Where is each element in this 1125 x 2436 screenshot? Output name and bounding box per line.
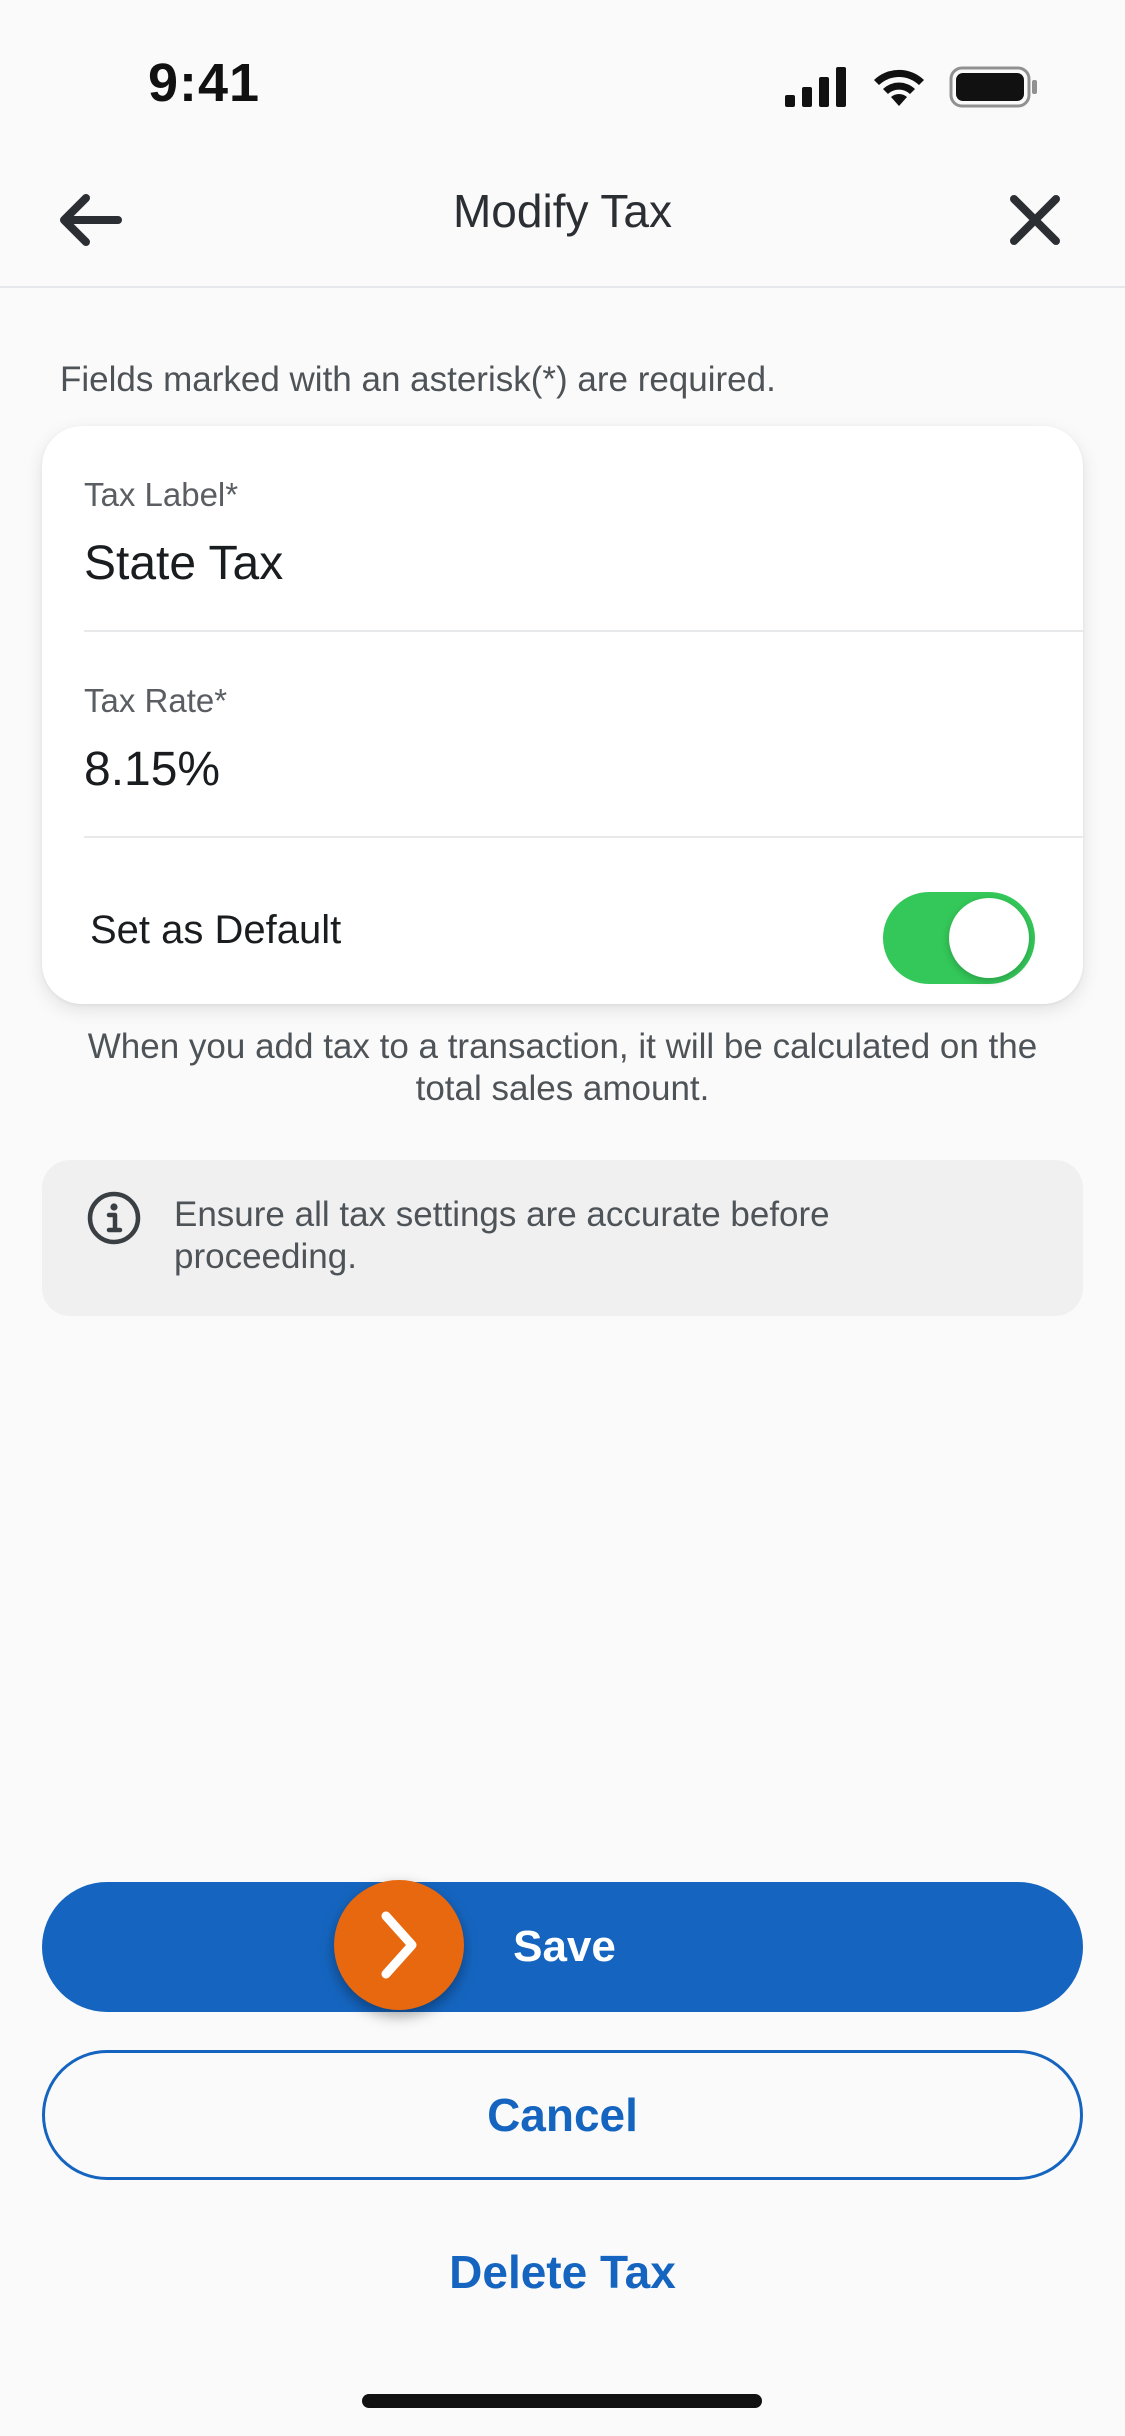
cancel-button[interactable]: Cancel bbox=[42, 2050, 1083, 2180]
divider bbox=[84, 836, 1083, 838]
tax-label-input[interactable] bbox=[84, 536, 984, 591]
tax-form-card: Tax Label* Tax Rate* Set as Default bbox=[42, 426, 1083, 1004]
wifi-icon bbox=[874, 69, 924, 106]
home-indicator bbox=[362, 2394, 762, 2408]
chevron-right-icon bbox=[381, 1911, 417, 1979]
set-default-row: Set as Default bbox=[42, 862, 1083, 1004]
tax-rate-field-label: Tax Rate* bbox=[84, 682, 228, 719]
info-icon bbox=[87, 1191, 141, 1245]
tax-calculation-helper-text: When you add tax to a transaction, it wi… bbox=[87, 1027, 1038, 1108]
status-icons bbox=[785, 66, 1039, 108]
save-button[interactable]: Save bbox=[42, 1882, 1083, 2012]
battery-icon bbox=[949, 66, 1037, 108]
set-default-label: Set as Default bbox=[90, 908, 342, 952]
delete-tax-button[interactable]: Delete Tax bbox=[300, 2232, 825, 2312]
tax-label-field[interactable]: Tax Label* bbox=[84, 476, 1083, 591]
page-title: Modify Tax bbox=[452, 185, 673, 237]
tax-label-field-label: Tax Label* bbox=[84, 476, 239, 513]
status-time: 9:41 bbox=[148, 53, 261, 113]
info-notice: Ensure all tax settings are accurate bef… bbox=[42, 1160, 1083, 1316]
status-bar: 9:41 bbox=[0, 0, 1125, 150]
save-button-label: Save bbox=[513, 1922, 616, 1971]
close-button[interactable] bbox=[997, 182, 1073, 258]
nav-bar: Modify Tax bbox=[0, 150, 1125, 288]
info-notice-text: Ensure all tax settings are accurate bef… bbox=[174, 1195, 830, 1276]
divider bbox=[84, 630, 1083, 632]
toggle-knob bbox=[949, 898, 1029, 978]
tax-rate-input[interactable] bbox=[84, 742, 984, 797]
cellular-signal-icon bbox=[785, 67, 846, 107]
cursor-indicator bbox=[334, 1880, 464, 2010]
required-fields-note: Fields marked with an asterisk(*) are re… bbox=[60, 360, 776, 399]
tax-rate-field[interactable]: Tax Rate* bbox=[84, 682, 1083, 797]
set-default-toggle[interactable] bbox=[883, 892, 1035, 984]
close-icon bbox=[1010, 195, 1060, 245]
